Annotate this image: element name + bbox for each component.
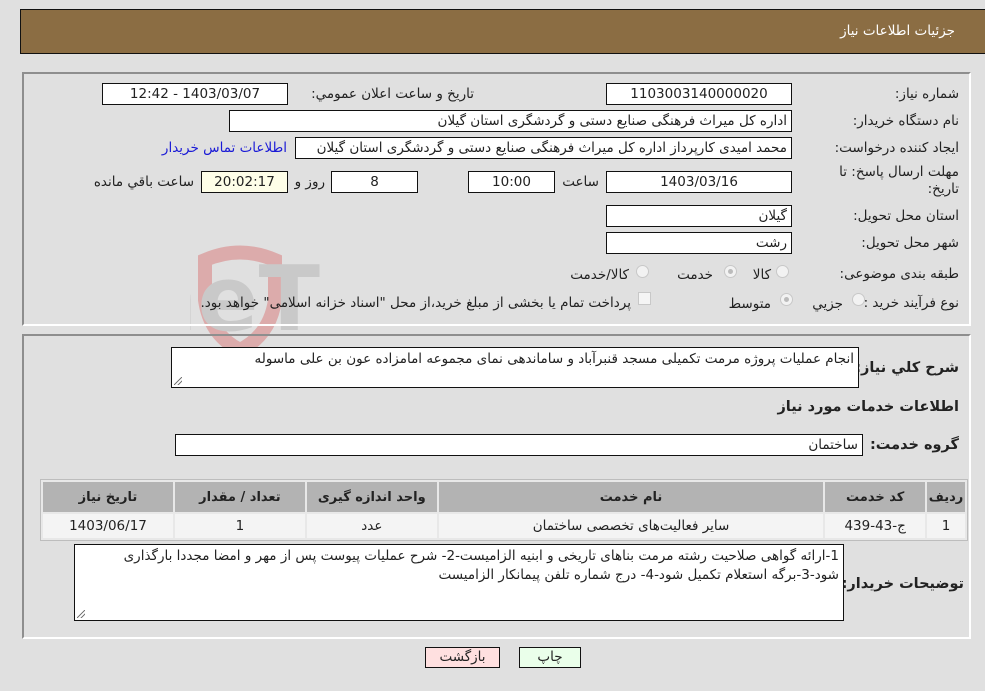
category-label: طبقه بندی موضوعی: <box>839 266 959 282</box>
time-remaining-field: 20:02:17 <box>201 171 288 193</box>
description-text: انجام عملیات پروژه مرمت تکمیلی مسجد قنبر… <box>254 351 854 367</box>
back-button[interactable]: بازگشت <box>425 647 500 668</box>
days-remaining-field: 8 <box>331 171 418 193</box>
buyer-notes-field: 1-ارائه گواهی صلاحیت رشته مرمت بناهای تا… <box>74 544 844 621</box>
need-details-panel: شرح کلي نياز: انجام عملیات پروژه مرمت تک… <box>22 334 971 639</box>
need-number-field: 1103003140000020 <box>606 83 792 105</box>
province-label: استان محل تحويل: <box>853 208 959 224</box>
col-row-number: رديف <box>927 482 965 512</box>
purchase-option-medium: متوسط <box>728 296 771 312</box>
treasury-note: پرداخت تمام يا بخشی از مبلغ خريد،از محل … <box>200 295 631 311</box>
services-heading: اطلاعات خدمات مورد نياز <box>777 399 959 415</box>
category-radio-service[interactable] <box>724 265 737 278</box>
buyer-org-label: نام دستگاه خريدار: <box>852 113 959 129</box>
col-unit: واحد اندازه گيری <box>306 482 437 512</box>
category-radio-goods-service[interactable] <box>636 265 649 278</box>
table-header-row: رديف کد خدمت نام خدمت واحد اندازه گيری ت… <box>43 482 965 512</box>
category-radio-goods[interactable] <box>776 265 789 278</box>
time-remaining-label: ساعت باقي مانده <box>93 174 194 190</box>
category-option-goods: کالا <box>752 267 771 283</box>
table-row: 1 ج-43-439 سایر فعالیت‌های تخصصی ساختمان… <box>43 514 965 538</box>
service-group-label: گروه خدمت: <box>869 437 959 453</box>
category-option-service: خدمت <box>677 267 713 283</box>
cell-service-code: ج-43-439 <box>825 514 926 538</box>
cell-service-name: سایر فعالیت‌های تخصصی ساختمان <box>438 514 824 538</box>
province-field: گیلان <box>606 205 792 227</box>
cell-quantity: 1 <box>174 514 305 538</box>
description-field: انجام عملیات پروژه مرمت تکمیلی مسجد قنبر… <box>171 347 859 388</box>
requester-label: ايجاد کننده درخواست: <box>834 140 959 156</box>
page-header: جزئیات اطلاعات نیاز <box>20 9 985 54</box>
deadline-time-field: 10:00 <box>468 171 555 193</box>
buyer-notes-label: توضيحات خريدار: <box>841 576 964 592</box>
days-label: روز و <box>294 174 325 190</box>
announce-datetime-label: تاریخ و ساعت اعلان عمومي: <box>311 86 474 102</box>
purchase-radio-medium[interactable] <box>780 293 793 306</box>
col-need-date: تاريخ نياز <box>43 482 173 512</box>
need-number-label: شماره نیاز: <box>894 86 959 102</box>
col-service-name: نام خدمت <box>438 482 824 512</box>
service-group-field: ساختمان <box>175 434 863 456</box>
city-field: رشت <box>606 232 792 254</box>
purchase-type-label: نوع فرآيند خريد : <box>863 295 959 311</box>
buyer-notes-text: 1-ارائه گواهی صلاحیت رشته مرمت بناهای تا… <box>123 548 839 583</box>
cell-need-date: 1403/06/17 <box>43 514 173 538</box>
city-label: شهر محل تحويل: <box>861 235 959 251</box>
col-quantity: تعداد / مقدار <box>174 482 305 512</box>
resize-handle[interactable] <box>174 377 182 385</box>
purchase-radio-minor[interactable] <box>852 293 865 306</box>
print-button[interactable]: چاپ <box>519 647 581 668</box>
requester-field: محمد امیدی کارپرداز اداره کل میراث فرهنگ… <box>295 137 792 159</box>
deadline-date-field: 1403/03/16 <box>606 171 792 193</box>
deadline-label: مهلت ارسال پاسخ: تا تاريخ: <box>839 164 959 197</box>
deadline-time-label: ساعت <box>562 174 599 190</box>
treasury-checkbox[interactable] <box>638 292 651 305</box>
description-label: شرح کلي نياز: <box>855 360 959 376</box>
cell-row-number: 1 <box>927 514 965 538</box>
buyer-contact-link[interactable]: اطلاعات تماس خريدار <box>162 140 287 156</box>
col-service-code: کد خدمت <box>825 482 926 512</box>
purchase-option-minor: جزيي <box>812 296 843 312</box>
announce-datetime-field: 1403/03/07 - 12:42 <box>102 83 288 105</box>
resize-handle[interactable] <box>77 610 85 618</box>
services-table: رديف کد خدمت نام خدمت واحد اندازه گيری ت… <box>40 479 968 541</box>
category-option-goods-service: کالا/خدمت <box>570 267 629 283</box>
buyer-org-field: اداره کل میراث فرهنگی صنایع دستی و گردشگ… <box>229 110 792 132</box>
cell-unit: عدد <box>306 514 437 538</box>
page-title: جزئیات اطلاعات نیاز <box>840 23 955 39</box>
need-info-panel: شماره نیاز: 1103003140000020 تاریخ و ساع… <box>22 72 971 326</box>
